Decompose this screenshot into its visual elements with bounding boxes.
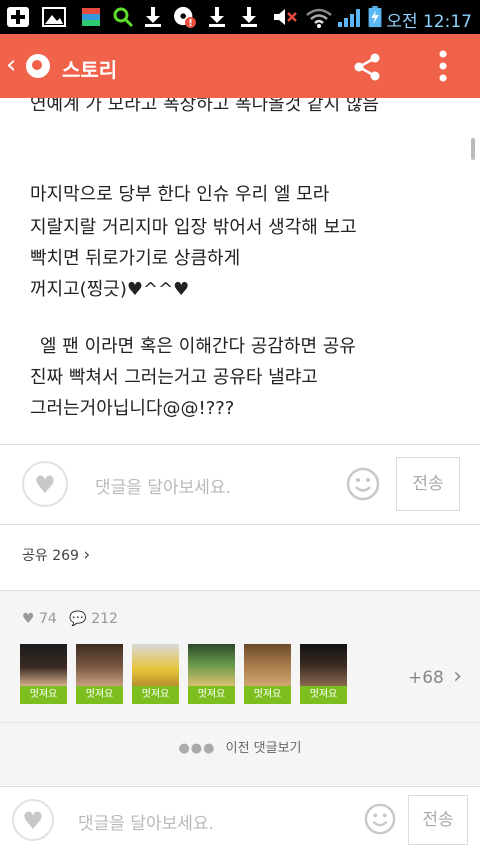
liker-avatar[interactable]: 멋져요 bbox=[76, 644, 123, 704]
wifi-icon bbox=[306, 8, 332, 28]
avatar bbox=[132, 644, 179, 686]
add-icon bbox=[7, 7, 29, 27]
story-line: 엘 팬 이라면 혹은 이해간다 공감하면 공유 bbox=[40, 336, 356, 357]
battery-icon bbox=[368, 6, 382, 28]
avatar bbox=[244, 644, 291, 686]
search-icon bbox=[113, 7, 134, 28]
like-tag: 멋져요 bbox=[300, 686, 347, 704]
story-line: 빡치면 뒤로가기로 상큼하게 bbox=[30, 248, 241, 269]
emoticon-icon[interactable] bbox=[364, 803, 396, 835]
heart-icon: ♥ bbox=[22, 611, 35, 627]
gallery-icon bbox=[42, 7, 66, 27]
liker-avatar[interactable]: 멋져요 bbox=[244, 644, 291, 704]
liker-avatar[interactable]: 멋져요 bbox=[300, 644, 347, 704]
signal-icon bbox=[338, 9, 360, 27]
comment-count: 212 bbox=[91, 611, 118, 627]
story-logo-icon bbox=[26, 54, 50, 78]
like-button[interactable]: ♥ bbox=[22, 461, 68, 507]
like-tag: 멋져요 bbox=[132, 686, 179, 704]
story-line: 지랄지랄 거리지마 입장 밖어서 생각해 보고 bbox=[30, 217, 357, 238]
like-tag: 멋져요 bbox=[20, 686, 67, 704]
like-button[interactable]: ♥ bbox=[12, 799, 54, 841]
story-line: 그러는거아닙니다@@!??? bbox=[30, 398, 235, 419]
story-line: 꺼지고(찡긋)♥^^♥ bbox=[30, 279, 190, 300]
send-button[interactable]: 전송 bbox=[408, 795, 468, 845]
mute-icon bbox=[274, 9, 297, 25]
heart-icon: ♥ bbox=[34, 471, 56, 499]
avatar bbox=[188, 644, 235, 686]
avatar bbox=[300, 644, 347, 686]
like-tag: 멋져요 bbox=[244, 686, 291, 704]
story-line: 연예계 가 모라고 폭장하고 폭나올것 같지 않음 bbox=[30, 98, 379, 115]
dots-icon: ●●● bbox=[178, 741, 216, 756]
liker-avatar[interactable]: 멋져요 bbox=[132, 644, 179, 704]
status-bar: 오전 12:17 bbox=[0, 0, 480, 34]
more-likers-count: +68 bbox=[408, 668, 444, 688]
app-icon bbox=[82, 8, 100, 26]
like-count: 74 bbox=[39, 611, 57, 627]
scrollbar[interactable] bbox=[471, 138, 475, 160]
like-tag: 멋져요 bbox=[188, 686, 235, 704]
chevron-right-icon: › bbox=[453, 664, 463, 689]
previous-comments-button[interactable]: ●●● 이전 댓글보기 bbox=[0, 737, 480, 756]
avatar bbox=[76, 644, 123, 686]
comment-box: ♥ 댓글을 달아보세요. 전송 bbox=[0, 445, 480, 523]
story-line: 진짜 빡쳐서 그러는거고 공유타 낼랴고 bbox=[30, 367, 318, 388]
like-tag: 멋져요 bbox=[76, 686, 123, 704]
app-header: ‹ 스토리 bbox=[0, 34, 480, 98]
divider bbox=[0, 590, 480, 591]
post-stats: ♥ 74 💬 212 bbox=[22, 611, 118, 627]
bottom-comment-bar: ♥ 댓글을 달아보세요. 전송 bbox=[0, 786, 480, 854]
send-button[interactable]: 전송 bbox=[396, 457, 460, 511]
more-likers-link[interactable]: +68 › bbox=[408, 664, 462, 689]
chevron-right-icon: › bbox=[83, 545, 91, 565]
divider bbox=[0, 524, 480, 525]
story-content: 연예계 가 모라고 폭장하고 폭나올것 같지 않음 마지막으로 당부 한다 인슈… bbox=[0, 98, 480, 444]
download-icon bbox=[241, 7, 257, 27]
share-count-link[interactable]: 공유 269 › bbox=[22, 545, 90, 565]
share-icon[interactable] bbox=[352, 52, 382, 82]
liker-avatar[interactable]: 멋져요 bbox=[188, 644, 235, 704]
heart-icon: ♥ bbox=[22, 807, 44, 835]
comment-input[interactable]: 댓글을 달아보세요. bbox=[78, 809, 214, 834]
download-icon bbox=[209, 7, 225, 27]
share-count-label: 공유 269 bbox=[22, 548, 79, 564]
download-icon bbox=[145, 7, 161, 27]
divider bbox=[0, 722, 480, 723]
comment-input[interactable]: 댓글을 달아보세요. bbox=[95, 473, 231, 498]
previous-comments-label: 이전 댓글보기 bbox=[225, 741, 302, 756]
comment-icon: 💬 bbox=[69, 611, 87, 627]
avatar bbox=[20, 644, 67, 686]
page-title: 스토리 bbox=[62, 58, 118, 82]
emoticon-icon[interactable] bbox=[346, 467, 380, 501]
liker-avatar[interactable]: 멋져요 bbox=[20, 644, 67, 704]
more-options-icon[interactable] bbox=[438, 50, 448, 82]
story-line: 마지막으로 당부 한다 인슈 우리 엘 모라 bbox=[30, 184, 330, 205]
back-button[interactable]: ‹ bbox=[6, 52, 16, 78]
clock: 오전 12:17 bbox=[386, 12, 472, 32]
disc-icon bbox=[174, 6, 196, 28]
